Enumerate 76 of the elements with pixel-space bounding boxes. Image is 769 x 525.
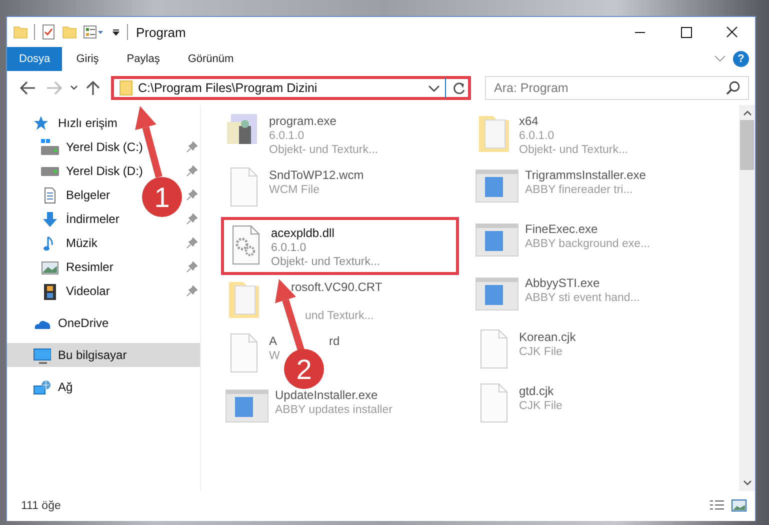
file-detail: 6.0.1.0 <box>519 130 556 142</box>
file-detail: 6.0.1.0 <box>271 242 308 254</box>
sidebar-item[interactable]: İndirmeler <box>41 210 120 228</box>
number-badge: 1 <box>142 177 182 217</box>
file-name[interactable]: TrigrammsInstaller.exe <box>525 168 646 182</box>
file-name[interactable]: rd <box>329 334 340 348</box>
drive-icon <box>41 166 59 176</box>
scrollbar[interactable] <box>739 105 755 491</box>
address-path: C:\Program Files\Program Dizini <box>138 81 318 95</box>
sidebar-item[interactable]: Yerel Disk (C:) <box>41 139 143 155</box>
sidebar-item[interactable]: Resimler <box>41 258 114 276</box>
file-detail: ABBY background exe... <box>525 238 650 250</box>
file-name[interactable]: Korean.cjk <box>519 330 576 344</box>
ribbon-tab[interactable]: Giriş <box>62 47 113 71</box>
drive-icon <box>41 139 59 155</box>
download-icon <box>41 210 59 228</box>
file-detail: Objekt- und Texturk... <box>269 144 378 156</box>
ribbon-tab[interactable]: Paylaş <box>112 47 174 71</box>
scroll-up-icon[interactable] <box>742 110 752 116</box>
film-icon <box>41 282 59 300</box>
scroll-thumb[interactable] <box>740 120 754 170</box>
file-name[interactable]: program.exe <box>269 114 378 128</box>
sidebar-item[interactable]: OneDrive <box>33 314 109 332</box>
file-name[interactable]: SndToWP12.wcm <box>269 168 364 182</box>
ribbon-tab[interactable]: Dosya <box>7 47 62 71</box>
file-name[interactable]: FineExec.exe <box>525 222 650 236</box>
pin-icon[interactable] <box>186 237 198 249</box>
network-icon <box>33 378 51 396</box>
search-icon[interactable] <box>725 80 741 96</box>
sidebar-item[interactable]: Belgeler <box>41 186 110 204</box>
file-name[interactable]: x64 <box>519 114 628 128</box>
pin-icon[interactable] <box>186 189 198 201</box>
chevron-icon[interactable] <box>713 54 727 64</box>
file-name[interactable]: A <box>269 334 278 348</box>
file-detail: ABBY updates installer <box>275 404 392 416</box>
file-name[interactable]: gtd.cjk <box>519 384 562 398</box>
window-title: Program <box>136 24 186 40</box>
file-detail: W <box>269 350 281 362</box>
ribbon-tab[interactable]: Görünüm <box>174 47 248 71</box>
item-count: 111 öğe <box>21 500 61 512</box>
monitor-icon <box>33 346 51 364</box>
file-detail: 6.0.1.0 <box>269 130 306 142</box>
folder-icon <box>118 79 134 97</box>
file-detail: ABBY finereader tri... <box>525 184 634 196</box>
file-detail: CJK File <box>519 400 562 412</box>
properties-icon[interactable] <box>83 24 105 40</box>
picture-icon <box>41 258 59 276</box>
pin-icon[interactable] <box>186 213 198 225</box>
help-button[interactable]: ? <box>733 51 749 67</box>
file-detail: WCM File <box>269 184 320 196</box>
checklist-icon[interactable] <box>41 24 56 40</box>
file-detail: und Texturk... <box>304 310 375 322</box>
file-name[interactable]: rosoft.VC90.CRT <box>291 280 382 294</box>
highlighted-file[interactable]: acexpldb.dll 6.0.1.0 Objekt- und Texturk... <box>221 217 459 275</box>
file-name[interactable]: AbbyySTI.exe <box>525 276 640 290</box>
file-detail: Objekt- und Texturk... <box>271 256 380 268</box>
file-detail: ABBY sti event hand... <box>525 292 640 304</box>
sidebar-item[interactable]: Müzik <box>41 234 98 252</box>
address-bar[interactable]: C:\Program Files\Program Dizini <box>111 76 471 100</box>
file-name[interactable]: UpdateInstaller.exe <box>275 388 392 402</box>
file-detail: CJK File <box>519 346 564 358</box>
number-badge: 2 <box>284 349 324 389</box>
search-field[interactable]: Ara: Program <box>485 76 749 100</box>
pin-icon[interactable] <box>186 261 198 273</box>
pin-icon[interactable] <box>186 141 198 153</box>
sidebar-item[interactable]: Yerel Disk (D:) <box>41 164 143 178</box>
scroll-down-icon[interactable] <box>742 480 752 486</box>
sidebar-item[interactable]: Bu bilgisayar <box>33 346 127 364</box>
file-detail: Objekt- und Texturk... <box>519 144 628 156</box>
tiles-view-icon[interactable] <box>731 499 747 513</box>
sidebar-item[interactable]: Hızlı erişim <box>33 114 118 132</box>
pin-icon[interactable] <box>186 285 198 297</box>
pin-icon[interactable] <box>186 165 198 177</box>
sidebar-item[interactable]: Ağ <box>33 378 73 396</box>
file-name[interactable]: acexpldb.dll <box>271 226 380 240</box>
sidebar-item[interactable]: Videolar <box>41 282 110 300</box>
